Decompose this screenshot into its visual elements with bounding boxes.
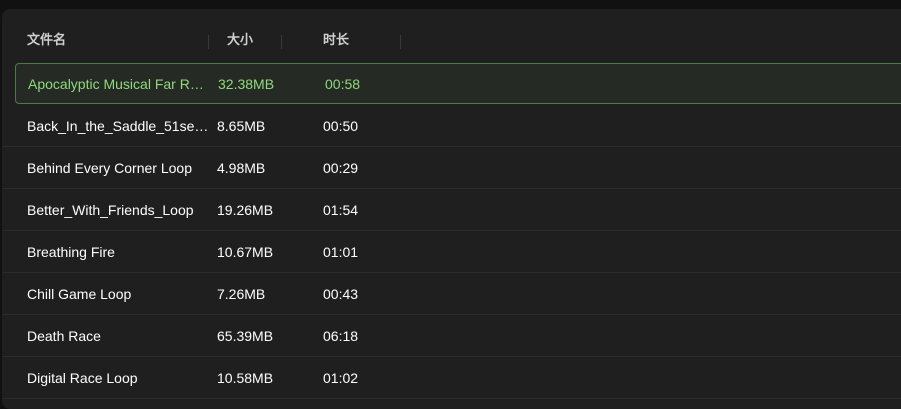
file-size: 19.26MB — [217, 201, 274, 218]
table-row[interactable]: Digital Race Loop 10.58MB 01:02 — [2, 357, 901, 399]
table-row[interactable]: Chill Game Loop 7.26MB 00:43 — [2, 273, 901, 315]
file-size: 10.67MB — [217, 243, 274, 260]
file-name: Back_In_the_Saddle_51se… — [27, 117, 209, 134]
file-duration: 01:54 — [323, 201, 359, 218]
file-size: 8.65MB — [217, 117, 266, 134]
column-divider[interactable] — [208, 35, 209, 49]
file-duration: 00:29 — [323, 159, 359, 176]
table-header: 文件名 大小 时长 — [2, 9, 901, 64]
file-duration: 06:18 — [323, 327, 359, 344]
file-list-panel: 文件名 大小 时长 Apocalyptic Musical Far R… 32.… — [2, 9, 901, 409]
table-row-selected[interactable]: Apocalyptic Musical Far R… 32.38MB 00:58 — [15, 63, 901, 104]
column-header-size[interactable]: 大小 — [227, 9, 253, 64]
file-name: Apocalyptic Musical Far R… — [28, 75, 204, 92]
table-row[interactable]: Death Race 65.39MB 06:18 — [2, 315, 901, 357]
column-divider[interactable] — [281, 35, 282, 49]
file-size: 32.38MB — [218, 75, 275, 92]
column-divider[interactable] — [400, 35, 401, 49]
file-name: Behind Every Corner Loop — [27, 159, 192, 176]
file-name: Breathing Fire — [27, 243, 115, 260]
file-size: 4.98MB — [217, 159, 266, 176]
column-header-duration[interactable]: 时长 — [323, 9, 349, 64]
file-size: 10.58MB — [217, 369, 274, 386]
table-row[interactable]: Better_With_Friends_Loop 19.26MB 01:54 — [2, 189, 901, 231]
file-duration: 00:58 — [325, 75, 361, 92]
table-row[interactable]: Breathing Fire 10.67MB 01:01 — [2, 231, 901, 273]
table-row[interactable]: Behind Every Corner Loop 4.98MB 00:29 — [2, 147, 901, 189]
file-name: Digital Race Loop — [27, 369, 138, 386]
table-row[interactable]: Back_In_the_Saddle_51se… 8.65MB 00:50 — [2, 105, 901, 147]
file-size: 7.26MB — [217, 285, 266, 302]
column-header-name[interactable]: 文件名 — [27, 9, 66, 64]
file-duration: 00:43 — [323, 285, 359, 302]
file-duration: 01:02 — [323, 369, 359, 386]
file-name: Death Race — [27, 327, 101, 344]
file-size: 65.39MB — [217, 327, 274, 344]
file-name: Chill Game Loop — [27, 285, 132, 302]
file-duration: 00:50 — [323, 117, 359, 134]
file-duration: 01:01 — [323, 243, 359, 260]
file-name: Better_With_Friends_Loop — [27, 201, 194, 218]
